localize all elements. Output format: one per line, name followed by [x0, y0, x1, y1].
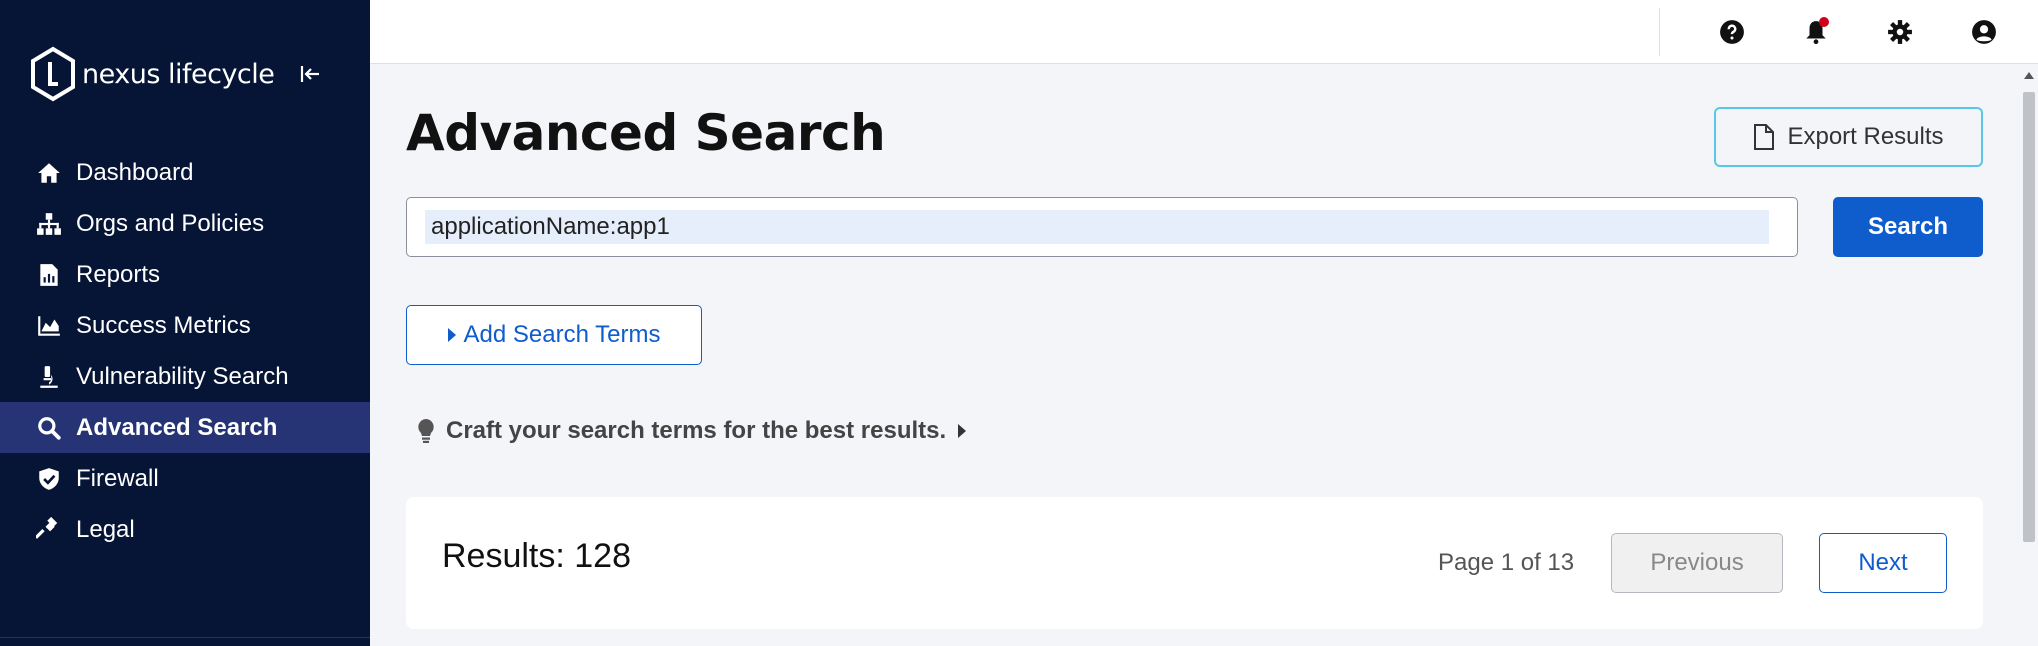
next-page-button[interactable]: Next: [1819, 533, 1947, 593]
scrollbar-thumb[interactable]: [2023, 92, 2035, 542]
search-icon: [34, 413, 64, 443]
export-results-button[interactable]: Export Results: [1714, 107, 1983, 167]
sidebar-item-label: Reports: [76, 260, 161, 288]
collapse-sidebar-button[interactable]: [294, 58, 326, 90]
caret-right-icon: [447, 328, 456, 342]
user-icon: [1972, 20, 1996, 44]
microscope-icon: [34, 362, 64, 392]
sidebar-item-label: Vulnerability Search: [76, 362, 289, 390]
sidebar-nav: Dashboard Orgs and Policies Reports Succ…: [0, 147, 370, 555]
sidebar-item-advanced-search[interactable]: Advanced Search: [0, 402, 370, 453]
help-icon: [1720, 20, 1744, 44]
export-results-label: Export Results: [1787, 123, 1944, 150]
sidebar-divider: [0, 637, 370, 638]
sidebar-item-orgs-and-policies[interactable]: Orgs and Policies: [0, 198, 370, 249]
add-search-terms-label: Add Search Terms: [463, 321, 661, 348]
home-icon: [34, 158, 64, 188]
sidebar-item-label: Orgs and Policies: [76, 209, 265, 237]
shield-check-icon: [34, 464, 64, 494]
top-bar: [370, 0, 2038, 64]
topbar-divider: [1659, 8, 1660, 56]
search-tip-text: Craft your search terms for the best res…: [446, 417, 947, 444]
sidebar-item-success-metrics[interactable]: Success Metrics: [0, 300, 370, 351]
search-field: [406, 197, 1798, 257]
user-menu-button[interactable]: [1968, 16, 2000, 48]
sidebar-item-dashboard[interactable]: Dashboard: [0, 147, 370, 198]
sidebar-item-label: Legal: [76, 515, 135, 543]
results-panel: Results: 128 Page 1 of 13 Previous Next: [406, 497, 1983, 629]
brand-name: nexus lifecycle: [82, 58, 275, 90]
notification-badge: [1819, 17, 1829, 27]
scroll-up-arrow-icon[interactable]: [2024, 72, 2034, 79]
file-icon: [1754, 124, 1775, 150]
results-count: Results: 128: [442, 537, 631, 575]
lightbulb-icon: [418, 419, 434, 443]
previous-page-button[interactable]: Previous: [1611, 533, 1783, 593]
sidebar-item-firewall[interactable]: Firewall: [0, 453, 370, 504]
search-button[interactable]: Search: [1833, 197, 1983, 257]
settings-button[interactable]: [1884, 16, 1916, 48]
chart-icon: [34, 311, 64, 341]
sidebar-item-vulnerability-search[interactable]: Vulnerability Search: [0, 351, 370, 402]
sidebar: nexus lifecycle Dashboard Orgs and Polic…: [0, 0, 370, 646]
report-icon: [34, 260, 64, 290]
gear-icon: [1888, 20, 1912, 44]
search-tip-toggle[interactable]: Craft your search terms for the best res…: [416, 417, 967, 445]
org-tree-icon: [34, 209, 64, 239]
nexus-logo-icon: [31, 46, 75, 102]
sidebar-item-reports[interactable]: Reports: [0, 249, 370, 300]
page-scrollbar[interactable]: [2020, 64, 2038, 646]
sidebar-item-legal[interactable]: Legal: [0, 504, 370, 555]
add-search-terms-button[interactable]: Add Search Terms: [406, 305, 702, 365]
page-title: Advanced Search: [406, 104, 886, 162]
brand-logo[interactable]: nexus lifecycle: [30, 46, 275, 102]
sidebar-item-label: Advanced Search: [76, 413, 278, 441]
caret-right-icon: [958, 424, 967, 438]
sidebar-item-label: Success Metrics: [76, 311, 251, 339]
collapse-left-icon: [300, 66, 319, 82]
gavel-icon: [34, 515, 64, 545]
sidebar-item-label: Firewall: [76, 464, 159, 492]
notifications-button[interactable]: [1800, 16, 1832, 48]
search-input[interactable]: [425, 210, 1769, 244]
page-indicator: Page 1 of 13: [1438, 549, 1575, 576]
help-button[interactable]: [1716, 16, 1748, 48]
sidebar-item-label: Dashboard: [76, 158, 194, 186]
